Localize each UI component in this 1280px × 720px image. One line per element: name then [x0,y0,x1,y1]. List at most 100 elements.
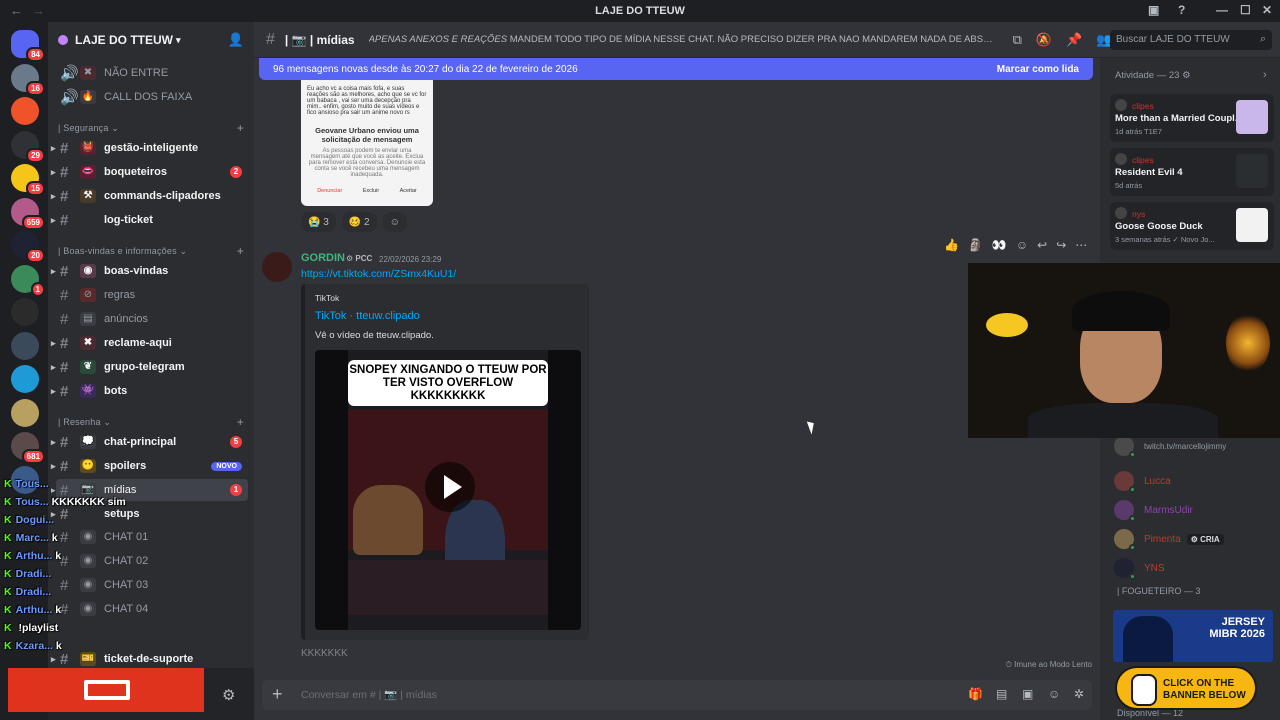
channel-category[interactable]: | Resenha ⌄ + [58,414,244,430]
message-link[interactable]: https://vt.tiktok.com/ZSmx4KuU1/ [301,268,456,280]
channel-category[interactable]: | Segurança ⌄ + [58,120,244,136]
maximize-icon[interactable]: ☐ [1240,3,1251,17]
member-item[interactable]: YNS [1114,556,1274,580]
server-icon[interactable] [11,365,39,393]
add-channel-icon[interactable]: + [237,415,244,429]
channel-item[interactable]: 🔊 ✖ NÃO ENTRE [56,62,248,84]
member-item[interactable]: Pimenta ⚙ CRIA [1114,527,1274,551]
activity-meta: 1d atrás T1E7 [1115,127,1162,136]
channel-item[interactable]: ▸ # 👾 bots [51,380,248,402]
channel-item[interactable]: ▸ # ⚒ commands-clipadores [51,185,248,207]
activity-card[interactable]: clipes More than a Married Coupl... 1d atr… [1110,94,1274,142]
sponsor-banner[interactable]: JERSEY MIBR 2026 [1113,610,1273,662]
mute-icon[interactable]: 🔕 [1036,32,1052,48]
click-banner-cta[interactable]: CLICK ON THE BANNER BELOW [1115,666,1257,710]
threads-icon[interactable]: ⧉ [1013,32,1022,48]
reaction-pill[interactable]: 😭 3 [301,212,336,232]
channel-topic[interactable]: APENAS ANEXOS E REAÇÕES MANDEM TODO TIPO… [369,34,999,45]
play-icon[interactable] [425,462,475,512]
add-channel-icon[interactable]: + [237,244,244,258]
avatar [1114,471,1136,493]
minimize-icon[interactable]: — [1216,3,1228,17]
server-icon[interactable] [11,298,39,326]
attachment-image[interactable]: Eu acho vc a coisa mais fofa, e suas rea… [301,80,433,206]
back-arrow-icon[interactable]: ← [10,3,23,18]
reaction-pill[interactable]: 🥴 2 [341,212,377,232]
gear-icon[interactable]: ⚙ [222,686,235,704]
unread-badge: 84 [26,47,45,62]
apps-icon[interactable]: ✲ [1074,687,1084,701]
server-icon[interactable]: 1 [11,264,45,297]
activity-header[interactable]: Atividade — 23 ⚙ › [1115,69,1267,81]
sticker-icon[interactable]: ▣ [1022,687,1033,701]
activity-card[interactable]: nys Goose Goose Duck 3 semanas atrás ✓ Nov… [1110,202,1274,250]
forward-arrow-icon[interactable]: → [32,3,45,18]
speaker-icon: 🔊 [60,89,79,106]
gift-icon[interactable]: 🎁 [968,687,983,701]
channel-item[interactable]: 🔊 🔥 CALL DOS FAIXA [56,86,248,108]
server-icon[interactable]: 84 [11,30,45,62]
channel-emoji-icon: 👾 [80,384,96,398]
channel-item[interactable]: # ▤ anúncios [56,308,248,330]
server-icon[interactable] [11,97,39,125]
add-reaction-icon[interactable]: ☺ [1016,238,1028,252]
eyes-icon[interactable]: 👀 [992,238,1007,252]
channel-item[interactable]: ▸ # 👹 gestão-inteligente [51,137,248,159]
channel-item[interactable]: ▸ # 👄 boqueteiros 2 [51,161,248,183]
avatar[interactable] [262,252,292,282]
video-player[interactable]: SNOPEY XINGANDO O TTEUW POR TER VISTO OV… [315,350,581,630]
gif-icon[interactable]: ▤ [996,687,1007,701]
thumbs-up-icon[interactable]: 👍 [944,238,959,252]
server-icon[interactable] [11,331,39,360]
chevron-right-icon: ▸ [51,214,56,225]
emoji-icon[interactable]: 🗿 [968,238,983,252]
embed-title[interactable]: TikTok · tteuw.clipado [315,310,420,322]
reply-icon[interactable]: ↩ [1037,238,1047,252]
channel-item[interactable]: ▸ # ◉ boas-vindas [51,260,248,282]
channel-category[interactable]: | Boas-vindas e informações ⌄ + [58,243,244,259]
new-messages-banner[interactable]: 96 mensagens novas desde às 20:27 do dia… [259,58,1093,80]
add-user-icon[interactable]: 👤 [228,32,244,48]
channel-name: | 📷 | mídias [284,32,355,47]
add-channel-icon[interactable]: + [237,121,244,135]
channel-label: chat-principal [104,436,177,448]
channel-item[interactable]: ▸ # log-ticket [51,209,248,231]
upload-plus-icon[interactable]: + [272,684,283,705]
reaction-count: 3 [323,216,329,228]
channel-item[interactable]: # ⊘ regras [56,284,248,306]
stream-chat-line: K Tous... [4,478,49,490]
channel-label: bots [104,385,128,397]
add-reaction-icon[interactable]: ☺ [382,212,407,232]
more-icon[interactable]: ⋯ [1075,238,1087,252]
guild-header[interactable]: LAJE DO TTEUW ▾ 👤 [48,22,254,58]
attachment-actions: Denunciar Excluir Aceitar [307,188,427,194]
activity-card[interactable]: clipes Resident Evil 4 5d atrás [1110,148,1274,196]
server-icon[interactable]: 15 [11,164,45,196]
emoji-picker-icon[interactable]: ☺ [1048,687,1060,701]
chevron-right-icon[interactable]: › [1263,69,1267,81]
pin-icon[interactable]: 📌 [1066,32,1082,48]
server-icon[interactable]: 16 [11,63,45,96]
member-item[interactable]: Lucca [1114,469,1274,493]
channel-item[interactable]: ▸ # ❦ grupo-telegram [51,356,248,378]
member-item[interactable]: MarmsUdir [1114,498,1274,522]
channel-item[interactable]: ▸ # 💭 chat-principal 5 [51,431,248,453]
online-status-icon [1129,515,1136,522]
close-icon[interactable]: ✕ [1262,3,1272,17]
channel-item[interactable]: ▸ # 😶 spoilers NOVO [51,455,248,477]
server-icon[interactable]: 681 [11,432,45,464]
message-composer[interactable]: + Conversar em # | 📷 | mídias 🎁 ▤ ▣ ☺ ✲ [262,680,1092,710]
mark-as-read-button[interactable]: Marcar como lida [997,64,1079,75]
server-icon[interactable]: 659 [11,197,45,230]
server-icon[interactable]: 29 [11,130,45,163]
chevron-right-icon: ▸ [51,385,56,396]
inbox-icon[interactable]: ▣ [1148,3,1159,17]
server-icon[interactable] [11,398,39,427]
message-author[interactable]: GORDIN [301,252,345,264]
search-input[interactable]: Buscar LAJE DO TTEUW ⌕ [1110,30,1272,50]
forward-icon[interactable]: ↪ [1056,238,1066,252]
help-icon[interactable]: ? [1178,3,1185,17]
server-icon[interactable]: 20 [11,231,45,263]
stream-chat-line: K Marc... k [4,532,58,544]
channel-item[interactable]: ▸ # ✖ reclame-aqui [51,332,248,354]
